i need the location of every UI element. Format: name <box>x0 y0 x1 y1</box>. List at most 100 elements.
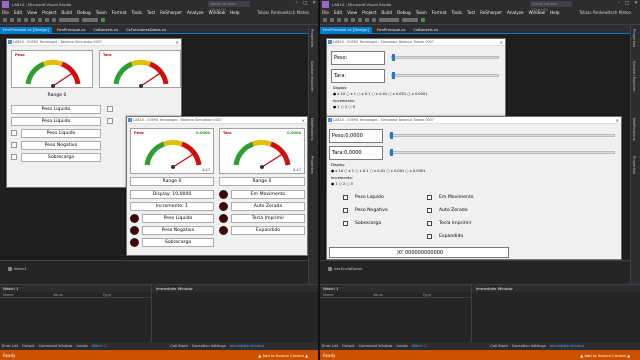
undo-icon[interactable] <box>365 18 369 22</box>
menu-window[interactable]: Window <box>208 10 225 15</box>
incremento-radio-group[interactable]: ● 1 ○ 2 ○ 5 <box>331 182 353 186</box>
checkbox-peso-negativo[interactable]: Peso Negativo <box>343 208 388 213</box>
tecla-imprimir-button[interactable]: Tecla Imprimir <box>231 214 305 223</box>
checkbox-box[interactable] <box>427 195 432 200</box>
add-source-control-button[interactable]: ▲ Add to Source Control ▲ <box>258 353 308 358</box>
menu-view[interactable]: View <box>27 10 37 15</box>
save-icon[interactable] <box>31 18 35 22</box>
tab-watch[interactable]: Watch 1 <box>92 344 107 348</box>
start-icon[interactable] <box>421 18 425 22</box>
form-close-icon[interactable]: ✕ <box>616 117 619 124</box>
redo-icon[interactable] <box>372 18 376 22</box>
checkbox-peso-liquido[interactable]: Peso Liquido <box>343 195 384 200</box>
rail-properties-2[interactable]: Properties <box>632 156 636 174</box>
peso-slider-thumb[interactable] <box>392 54 395 61</box>
expandido-button[interactable]: Expandido <box>231 226 305 235</box>
open-icon[interactable] <box>344 18 348 22</box>
display-radio-group[interactable]: ● x 10 ○ x 1 ○ x 0.1 ○ x 0.01 ○ x 0.001 … <box>331 169 425 173</box>
tab-output[interactable]: Output <box>22 344 34 348</box>
peso-slider[interactable] <box>391 54 499 61</box>
menu-debug[interactable]: Debug <box>397 10 411 15</box>
menu-help[interactable]: Help <box>230 10 240 15</box>
em-movimento-button[interactable]: Em Movimento <box>231 190 305 199</box>
menu-resharper[interactable]: ReSharper <box>480 10 502 15</box>
maximize-icon[interactable]: □ <box>625 1 629 6</box>
menu-team[interactable]: Team <box>416 10 427 15</box>
peso-liquido-button-3[interactable]: Peso Liquido <box>21 129 101 138</box>
output-field[interactable]: )0' 000000000000 <box>329 247 509 258</box>
tab-output[interactable]: Output <box>342 344 354 348</box>
menu-analyze[interactable]: Analyze <box>507 10 524 15</box>
tab-call-stack[interactable]: Call Stack <box>490 344 508 348</box>
peso-liquido-button[interactable]: Peso Liquido <box>11 105 101 114</box>
user-name[interactable]: Tobias Pankowitsch Mateo <box>257 10 309 15</box>
rail-solution-explorer[interactable]: Solution Explorer <box>310 61 314 92</box>
save-icon[interactable] <box>351 18 355 22</box>
rail-properties[interactable]: Properties <box>310 29 314 47</box>
tab-locals[interactable]: Locals <box>396 344 407 348</box>
incremento-radio-group[interactable]: ● 1 ○ 2 ○ 5 <box>333 105 355 109</box>
range-tara-button[interactable]: Range 0 <box>219 177 305 186</box>
auto-zerado-button[interactable]: Auto Zerado <box>231 202 305 211</box>
new-file-icon[interactable] <box>17 18 21 22</box>
menu-edit[interactable]: Edit <box>334 10 342 15</box>
platform-dropdown[interactable] <box>82 18 98 22</box>
save-all-icon[interactable] <box>38 18 42 22</box>
menu-view[interactable]: View <box>347 10 357 15</box>
tab-command-window[interactable]: Command Window <box>359 344 393 348</box>
tara-slider-thumb[interactable] <box>392 72 395 79</box>
checkbox-box[interactable] <box>343 195 348 200</box>
tab-locals[interactable]: Locals <box>76 344 87 348</box>
checkbox-auto-zerado[interactable]: Auto Zerado <box>427 208 468 213</box>
tab-call-stack[interactable]: Call Stack <box>170 344 188 348</box>
menu-project[interactable]: Project <box>362 10 376 15</box>
menu-help[interactable]: Help <box>550 10 560 15</box>
menu-edit[interactable]: Edit <box>14 10 22 15</box>
rail-notifications[interactable]: Notifications <box>310 118 314 141</box>
sobrecarga-button[interactable]: Sobrecarga <box>21 153 101 162</box>
form-close-icon[interactable]: ✕ <box>302 117 305 124</box>
rail-solution-explorer[interactable]: Solution Explorer <box>632 61 636 92</box>
tara-slider[interactable] <box>391 72 499 79</box>
range-peso-button[interactable]: Range 0 <box>130 177 214 186</box>
forward-icon[interactable] <box>330 18 334 22</box>
quick-launch-input[interactable]: Quick Launch (Ctrl+Q) <box>530 1 572 12</box>
menu-format[interactable]: Format <box>432 10 447 15</box>
tray-timer[interactable]: tmrEnviaDatos <box>328 266 362 271</box>
back-icon[interactable] <box>323 18 327 22</box>
config-dropdown[interactable] <box>379 18 399 22</box>
quick-launch-input[interactable]: Quick Launch (Ctrl+Q) <box>208 1 250 12</box>
redo-icon[interactable] <box>52 18 56 22</box>
display-radio-group[interactable]: ● x 10 ○ x 1 ○ x 0.1 ○ x 0.01 ○ x 0.001 … <box>333 92 427 96</box>
maximize-icon[interactable]: □ <box>303 1 307 6</box>
checkbox-box[interactable] <box>343 208 348 213</box>
menu-team[interactable]: Team <box>96 10 107 15</box>
rail-properties-2[interactable]: Properties <box>310 156 314 174</box>
undo-icon[interactable] <box>45 18 49 22</box>
tab-exception-settings[interactable]: Exception Settings <box>192 344 226 348</box>
rail-properties[interactable]: Properties <box>632 29 636 47</box>
menu-test[interactable]: Test <box>467 10 475 15</box>
peso-negativo-button[interactable]: Peso Negativo <box>142 226 214 235</box>
menu-project[interactable]: Project <box>42 10 56 15</box>
form-balance-front[interactable]: LAB10 - 0059X Tecnologia - Balanca Simul… <box>126 116 308 256</box>
rail-notifications[interactable]: Notifications <box>632 118 636 141</box>
incremento-button[interactable]: Incremento: 1 <box>130 202 214 211</box>
form-simulator-front[interactable]: LAB10 - 0059X Tecnologia - Simulador Bal… <box>326 116 622 260</box>
menu-test[interactable]: Test <box>147 10 155 15</box>
peso-liquido-button-2[interactable]: Peso Liquido <box>11 117 101 126</box>
immediate-panel[interactable]: Immediate Window <box>473 285 640 343</box>
back-icon[interactable] <box>3 18 7 22</box>
peso-field[interactable]: Peso:0,0000 <box>329 129 383 143</box>
menu-window[interactable]: Window <box>528 10 545 15</box>
form-close-icon[interactable]: ✕ <box>176 39 179 46</box>
sobrecarga-button[interactable]: Sobrecarga <box>142 238 214 247</box>
menu-build[interactable]: Build <box>61 10 72 15</box>
menu-tools[interactable]: Tools <box>132 10 142 15</box>
save-all-icon[interactable] <box>358 18 362 22</box>
menu-build[interactable]: Build <box>381 10 392 15</box>
add-source-control-button[interactable]: ▲ Add to Source Control ▲ <box>580 353 630 358</box>
new-file-icon[interactable] <box>337 18 341 22</box>
tab-error-list[interactable]: Error List <box>2 344 18 348</box>
peso-negativo-button[interactable]: Peso Negativo <box>21 141 101 150</box>
